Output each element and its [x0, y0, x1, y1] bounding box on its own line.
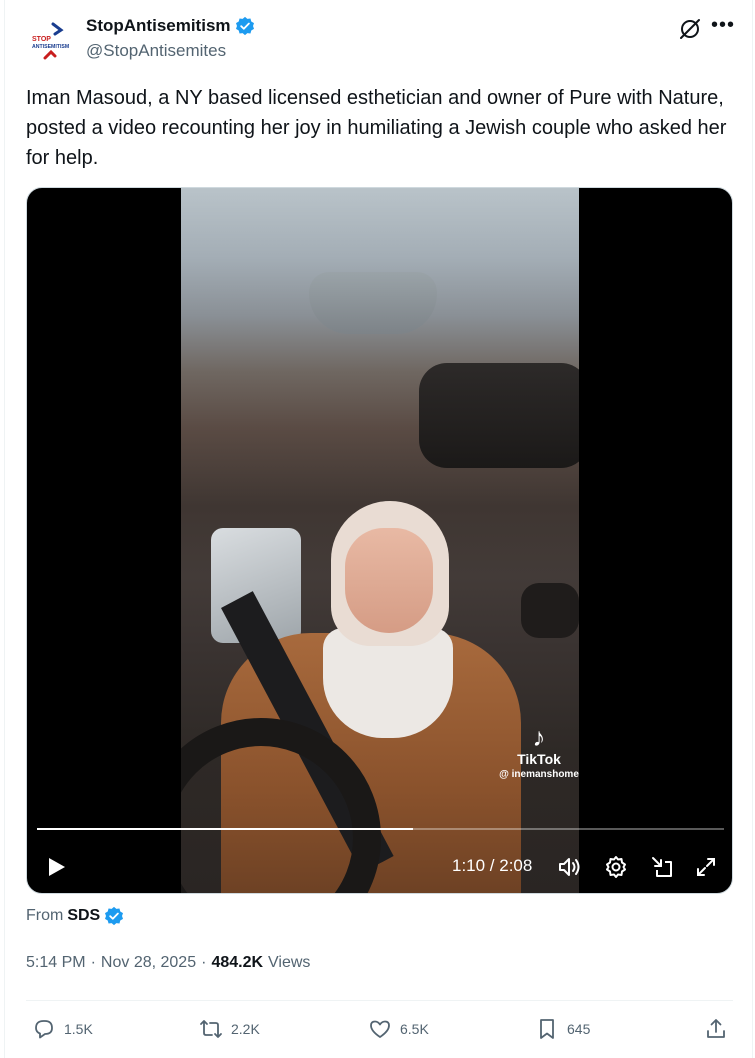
fullscreen-icon[interactable]	[693, 854, 719, 880]
video-time: 1:10 / 2:08	[452, 856, 533, 875]
video-frame	[181, 188, 579, 893]
author-handle[interactable]: @StopAntisemites	[86, 41, 226, 61]
share-button[interactable]	[704, 1017, 728, 1041]
reply-count: 1.5K	[64, 1021, 93, 1037]
views-label: Views	[268, 954, 311, 971]
like-button[interactable]: 6.5K	[368, 1017, 429, 1041]
video-progress-bar[interactable]	[37, 828, 724, 830]
verified-badge-icon[interactable]	[235, 16, 255, 36]
source-name[interactable]: SDS	[67, 907, 100, 925]
repost-count: 2.2K	[231, 1021, 260, 1037]
video-progress-fill	[37, 828, 413, 830]
settings-icon[interactable]	[603, 854, 629, 880]
car-dome-light	[309, 272, 437, 334]
pop-out-icon[interactable]	[649, 854, 675, 880]
tiktok-label: TikTok	[517, 751, 561, 767]
tiktok-username: @ inemanshome	[499, 769, 579, 780]
bookmark-icon	[540, 1019, 554, 1039]
bookmark-count: 645	[567, 1021, 591, 1037]
video-source: From SDS	[26, 906, 124, 926]
tiktok-watermark: ♪ TikTok @ inemanshome	[489, 723, 589, 780]
meta-separator: ·	[201, 954, 207, 971]
author-avatar[interactable]: STOP ANTISEMITISM	[27, 14, 75, 62]
post-metadata: 5:14 PM · Nov 28, 2025 · 484.2K Views	[26, 954, 310, 972]
reply-button[interactable]: 1.5K	[32, 1017, 93, 1041]
verified-badge-icon[interactable]	[104, 906, 124, 926]
bookmark-button[interactable]: 645	[535, 1017, 590, 1041]
rearview-mirror	[419, 363, 579, 468]
video-player[interactable]: ♪ TikTok @ inemanshome 1:10 / 2:08	[26, 187, 733, 894]
volume-icon[interactable]	[556, 854, 582, 880]
more-options-icon[interactable]: •••	[711, 15, 735, 38]
stop-antisemitism-logo: STOP ANTISEMITISM	[32, 22, 69, 60]
views-count: 484.2K	[211, 954, 264, 971]
tiktok-icon: ♪	[532, 722, 546, 752]
person-face	[345, 528, 433, 633]
reply-icon	[35, 1020, 53, 1039]
post-text: Iman Masoud, a NY based licensed estheti…	[26, 87, 727, 169]
post-time[interactable]: 5:14 PM	[26, 954, 86, 972]
post-card[interactable]: STOP ANTISEMITISM StopAntisemitism @Stop…	[4, 0, 753, 1058]
meta-separator: ·	[90, 954, 96, 971]
author-display-name[interactable]: StopAntisemitism	[86, 16, 231, 36]
svg-text:STOP: STOP	[32, 36, 51, 43]
heart-icon	[370, 1020, 390, 1038]
like-count: 6.5K	[400, 1021, 429, 1037]
repost-icon	[200, 1020, 222, 1038]
post-date[interactable]: Nov 28, 2025	[101, 954, 196, 972]
share-icon	[707, 1019, 725, 1038]
divider	[26, 1000, 733, 1001]
play-icon[interactable]	[45, 856, 67, 878]
source-label: From	[26, 907, 64, 924]
repost-button[interactable]: 2.2K	[199, 1017, 260, 1041]
car-headrest	[521, 583, 579, 638]
grok-icon[interactable]	[677, 16, 703, 42]
svg-text:ANTISEMITISM: ANTISEMITISM	[32, 44, 69, 50]
